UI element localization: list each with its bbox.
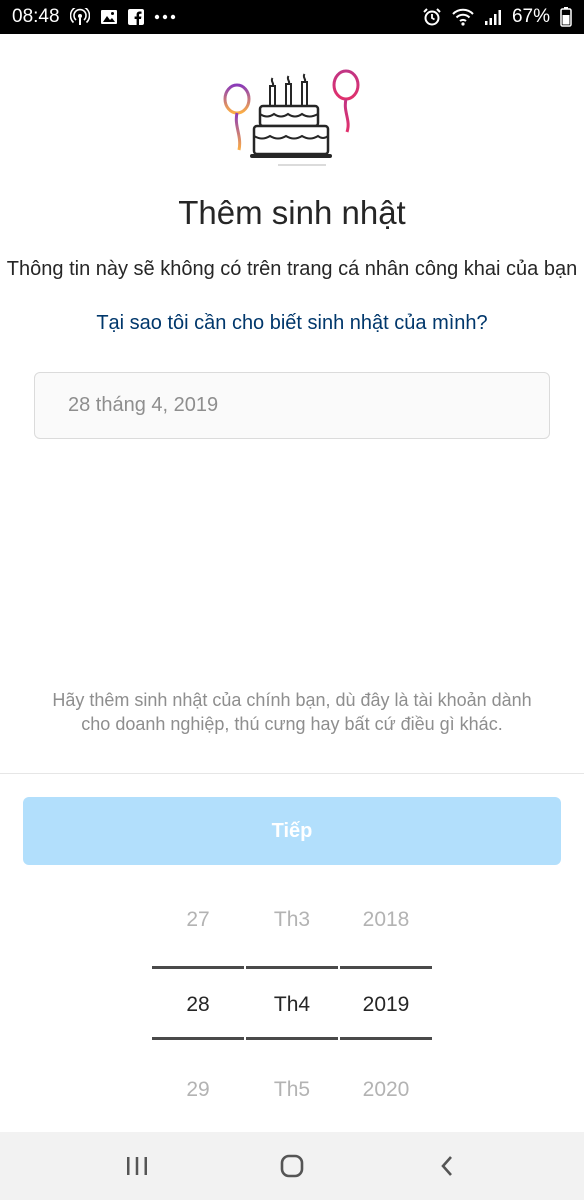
- cake-with-balloons-icon: [223, 69, 360, 166]
- year-selected[interactable]: 2019: [340, 993, 432, 1017]
- day-selected[interactable]: 28: [152, 993, 244, 1017]
- day-prev[interactable]: 27: [152, 908, 244, 932]
- year-picker[interactable]: 2018 2019 2020: [340, 880, 432, 1130]
- month-next[interactable]: Th5: [246, 1078, 338, 1102]
- status-bar: 08:48 67%: [0, 0, 584, 34]
- why-birthday-link[interactable]: Tại sao tôi cần cho biết sinh nhật của m…: [0, 312, 584, 335]
- birthday-date-field[interactable]: 28 tháng 4, 2019: [34, 372, 550, 439]
- status-bar-left: 08:48: [12, 6, 176, 28]
- month-picker-line-bottom: [246, 1037, 338, 1040]
- next-button[interactable]: Tiếp: [23, 797, 561, 865]
- birthday-hint: Hãy thêm sinh nhật của chính bạn, dù đây…: [52, 690, 532, 734]
- month-picker-line-top: [246, 966, 338, 969]
- year-picker-line-bottom: [340, 1037, 432, 1040]
- recent-apps-button[interactable]: [107, 1141, 167, 1191]
- page-title: Thêm sinh nhật: [178, 194, 406, 231]
- podcast-icon: [69, 8, 90, 26]
- facebook-icon: [127, 9, 144, 25]
- image-icon: [100, 9, 118, 25]
- recent-apps-icon: [127, 1157, 148, 1175]
- back-button[interactable]: [417, 1141, 477, 1191]
- battery-icon: [560, 7, 572, 27]
- divider: [0, 773, 584, 774]
- subtitle: Thông tin này sẽ không có trên trang cá …: [6, 258, 578, 280]
- battery-percent: 67%: [511, 6, 550, 27]
- day-picker-line-bottom: [152, 1037, 244, 1040]
- day-next[interactable]: 29: [152, 1078, 244, 1102]
- birthday-cake-illustration: [212, 66, 372, 170]
- alarm-icon: [422, 7, 442, 27]
- day-picker-line-top: [152, 966, 244, 969]
- system-nav-bar: [0, 1132, 584, 1200]
- month-selected[interactable]: Th4: [246, 993, 338, 1017]
- year-picker-line-top: [340, 966, 432, 969]
- day-picker[interactable]: 27 28 29: [152, 880, 244, 1130]
- signal-icon: [484, 8, 502, 26]
- status-bar-right: 67%: [422, 6, 572, 28]
- birthday-date-value: 28 tháng 4, 2019: [68, 394, 219, 416]
- month-prev[interactable]: Th3: [246, 908, 338, 932]
- home-icon: [280, 1154, 304, 1178]
- home-button[interactable]: [262, 1141, 322, 1191]
- year-next[interactable]: 2020: [340, 1078, 432, 1102]
- back-icon: [440, 1156, 452, 1176]
- more-dots-icon: [154, 14, 176, 20]
- wifi-icon: [452, 8, 474, 26]
- year-prev[interactable]: 2018: [340, 908, 432, 932]
- month-picker[interactable]: Th3 Th4 Th5: [246, 880, 338, 1130]
- status-time: 08:48: [12, 6, 60, 27]
